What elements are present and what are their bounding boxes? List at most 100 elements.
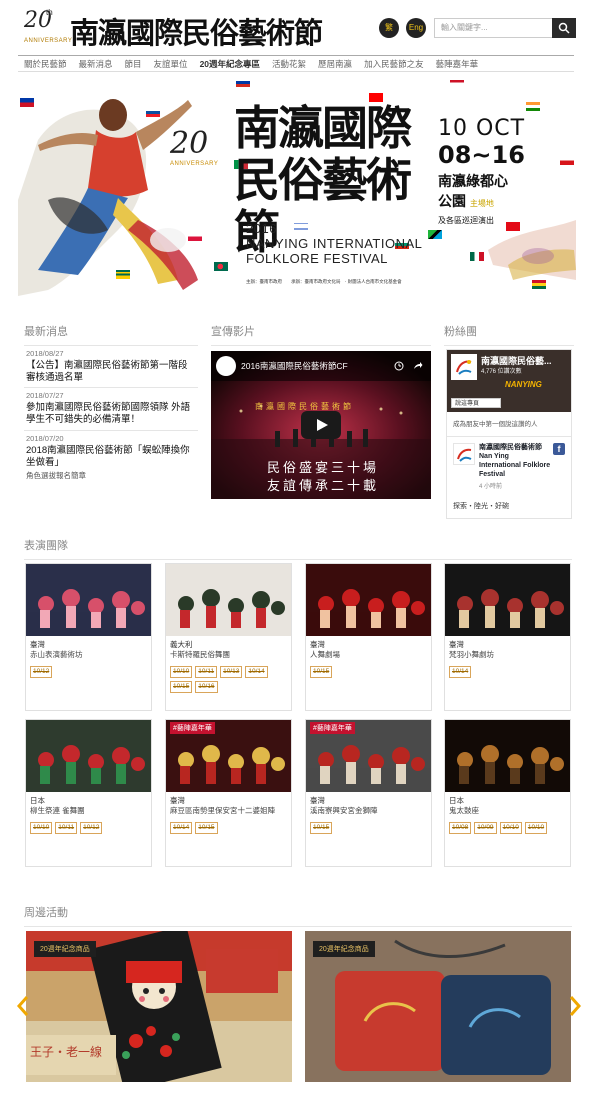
troupe-name[interactable]: 卡斯特羅民俗舞團: [170, 649, 230, 660]
date-tag[interactable]: 10/09: [474, 822, 497, 834]
troupe-photo-art: [445, 720, 570, 792]
hero-tour: 及各區巡迴演出: [438, 216, 494, 225]
troupe-dates: 10/10 10/11 10/12: [30, 822, 148, 834]
site-header: 20 th ANNIVERSARY 南瀛國際民俗藝術節 繁 Eng 輸入關鍵字.…: [0, 0, 600, 54]
nav-item-20th[interactable]: 20週年紀念專區: [194, 58, 266, 70]
fb-post-author[interactable]: 南瀛國際民俗藝術節 Nan Ying International Folklor…: [479, 443, 551, 479]
lang-traditional-button[interactable]: 繁: [379, 18, 399, 38]
news-item[interactable]: 2018/08/27 【公告】南瀛國際民俗藝術節第一階段審核通過名單: [26, 349, 196, 384]
nav-item-news[interactable]: 最新消息: [73, 58, 119, 70]
troupe-photo-art: [166, 564, 291, 636]
share-icon[interactable]: [413, 361, 423, 371]
fb-like-button[interactable]: 說這專頁: [451, 398, 501, 408]
troupe-card[interactable]: #藝陣嘉年華 臺灣 溪南寮興安宮金獅陣 10/15: [305, 719, 432, 867]
nav-item-carnival[interactable]: 藝陣嘉年華: [430, 58, 485, 70]
troupe-photo[interactable]: [26, 720, 151, 792]
date-tag[interactable]: 10/10: [30, 822, 53, 834]
video-name[interactable]: 2016南瀛國際民俗藝術節CF: [241, 360, 348, 372]
event-card[interactable]: 20週年紀念商品: [305, 931, 571, 1082]
date-tag[interactable]: 10/13: [220, 666, 243, 678]
play-button[interactable]: [301, 411, 341, 439]
date-tag[interactable]: 10/15: [310, 666, 333, 678]
troupe-photo[interactable]: [166, 564, 291, 636]
date-tag[interactable]: 10/12: [80, 822, 103, 834]
date-tag[interactable]: 10/15: [170, 681, 193, 693]
troupe-photo[interactable]: [445, 720, 570, 792]
carousel-prev-icon[interactable]: [16, 995, 30, 1017]
fans-heading: 粉絲團: [444, 323, 574, 346]
hero-date-venue: 10 OCT 08~16 南瀛綠都心 公園 主場地 及各區巡迴演出: [438, 116, 525, 226]
video-player[interactable]: 南瀛國際民俗藝術節 2016南瀛國際民俗藝術節CF 民俗盛宴三十場 友誼傳承二十…: [211, 351, 431, 499]
troupe-photo[interactable]: [306, 564, 431, 636]
troupe-card[interactable]: 義大利 卡斯特羅民俗舞團 10/10 10/11 10/13 10/14 10/15 10/1…: [165, 563, 292, 711]
troupe-name[interactable]: 梵羽小舞劇坊: [449, 649, 494, 660]
nav-item-programs[interactable]: 節目: [119, 58, 148, 70]
hero-banner[interactable]: 20 ANNIVERSARY 南瀛國際民俗藝術節 2016 NANYING IN…: [18, 80, 576, 296]
nav-item-about[interactable]: 關於民藝節: [18, 58, 73, 70]
news-item[interactable]: 2018/07/27 參加南瀛國際民俗藝術節國際領隊 外語學生不可錯失的必備清單…: [26, 391, 196, 426]
troupe-name[interactable]: 麻豆區南勢里保安宮十二婆姐陣: [170, 805, 275, 816]
date-tag[interactable]: 10/08: [449, 822, 472, 834]
search-icon: [558, 22, 570, 34]
event-card[interactable]: 20週年紀念商品 王子‧老一線: [26, 931, 292, 1082]
fb-post[interactable]: 南瀛國際民俗藝術節 Nan Ying International Folklor…: [447, 436, 571, 518]
news-date: 2018/07/20: [26, 434, 64, 443]
troupe-photo[interactable]: [445, 564, 570, 636]
hero-year: 2016: [246, 221, 277, 236]
news-text[interactable]: 【公告】南瀛國際民俗藝術節第一階段審核通過名單: [26, 360, 196, 384]
news-subtext: 角色選拔報名簡章: [26, 471, 86, 480]
troupe-card[interactable]: 臺灣 赤山表演藝術坊 10/12: [25, 563, 152, 711]
video-heading: 宣傳影片: [211, 323, 431, 346]
flag-slovakia-icon: [146, 108, 160, 117]
hero-venue-park: 公園: [438, 193, 466, 209]
news-item[interactable]: 2018/07/20 2018南瀛國際民俗藝術節「蜈蚣陣換你坐做看」 角色選拔報…: [26, 434, 196, 481]
site-logo[interactable]: 20 th ANNIVERSARY 南瀛國際民俗藝術節: [24, 6, 323, 50]
date-tag[interactable]: 10/16: [195, 681, 218, 693]
nav-item-join[interactable]: 加入民藝節之友: [358, 58, 430, 70]
troupe-name[interactable]: 人舞劇場: [310, 649, 340, 660]
nav-item-gallery[interactable]: 活動花絮: [266, 58, 312, 70]
troupe-card[interactable]: 日本 柳生祭連 雀舞團 10/10 10/11 10/12: [25, 719, 152, 867]
troupe-card[interactable]: #藝陣嘉年華 臺灣 麻豆區南勢里保安宮十二婆姐陣 10/14 10/15: [165, 719, 292, 867]
festival-logo-icon: [457, 448, 472, 462]
troupe-photo[interactable]: [26, 564, 151, 636]
channel-avatar[interactable]: [216, 356, 236, 376]
hero-english-title: 2016 NANYING INTERNATIONAL FOLKLORE FEST…: [246, 221, 422, 266]
date-tag[interactable]: 10/11: [55, 822, 78, 834]
troupe-card[interactable]: 日本 鬼太鼓座 10/08 10/09 10/10 10/10: [444, 719, 571, 867]
troupe-card[interactable]: 臺灣 人舞劇場 10/15: [305, 563, 432, 711]
nav-item-partners[interactable]: 友誼單位: [148, 58, 194, 70]
date-tag[interactable]: 10/14: [449, 666, 472, 678]
nav-item-history[interactable]: 歷屆南瀛: [312, 58, 358, 70]
fb-page-avatar[interactable]: [451, 354, 477, 380]
troupe-name[interactable]: 鬼太鼓座: [449, 805, 479, 816]
news-divider: [24, 430, 198, 431]
news-text[interactable]: 2018南瀛國際民俗藝術節「蜈蚣陣換你坐做看」: [26, 445, 196, 469]
troupe-name[interactable]: 溪南寮興安宮金獅陣: [310, 805, 378, 816]
date-tag[interactable]: 10/14: [245, 666, 268, 678]
fb-post-avatar[interactable]: [453, 443, 475, 465]
fb-cover[interactable]: 南瀛國際民俗藝... 4,776 位讚次數 NANYING 說這專頁: [447, 350, 571, 412]
date-tag[interactable]: 10/10: [170, 666, 193, 678]
date-tag[interactable]: 10/10: [524, 822, 548, 834]
news-text[interactable]: 參加南瀛國際民俗藝術節國際領隊 外語學生不可錯失的必備清單！: [26, 402, 196, 426]
hero-english-line1: NANYING INTERNATIONAL: [246, 236, 423, 251]
search-button[interactable]: [552, 18, 576, 38]
date-tag[interactable]: 10/11: [195, 666, 218, 678]
carousel-next-icon[interactable]: [568, 995, 582, 1017]
clock-icon[interactable]: [394, 361, 404, 371]
date-tag[interactable]: 10/15: [195, 822, 218, 834]
date-tag[interactable]: 10/10: [499, 822, 522, 834]
date-tag[interactable]: 10/15: [310, 822, 333, 834]
hero-anniversary-mark: 20 ANNIVERSARY: [170, 126, 218, 167]
hero-organizer: 主辦：臺南市政府 承辦：臺南市政府文化局 ‧ 財團法人台南市文化基金會: [246, 279, 402, 284]
troupe-dates: 10/14 10/15: [170, 822, 288, 834]
date-tag[interactable]: 10/14: [170, 822, 193, 834]
facebook-icon[interactable]: f: [553, 443, 565, 455]
troupe-name[interactable]: 柳生祭連 雀舞團: [30, 805, 85, 816]
troupe-card[interactable]: 臺灣 梵羽小舞劇坊 10/14: [444, 563, 571, 711]
date-tag[interactable]: 10/12: [30, 666, 53, 678]
lang-english-button[interactable]: Eng: [406, 18, 426, 38]
flag-philippines-icon: [20, 98, 34, 107]
troupe-name[interactable]: 赤山表演藝術坊: [30, 649, 83, 660]
